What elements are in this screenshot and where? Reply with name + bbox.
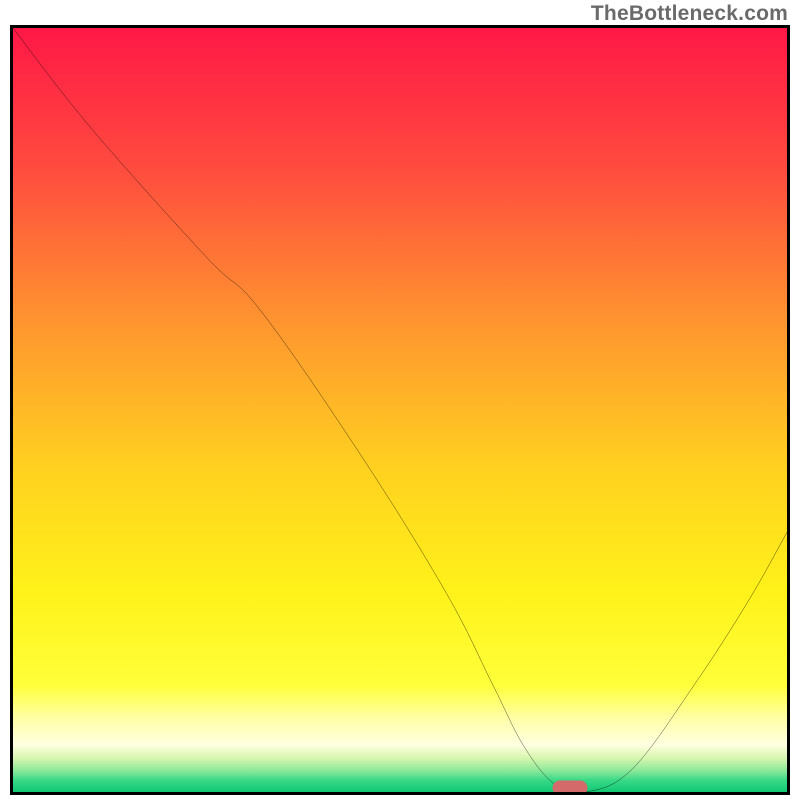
background-gradient (13, 28, 787, 792)
optimal-marker (553, 781, 588, 795)
chart-frame (10, 25, 790, 795)
watermark-text: TheBottleneck.com (591, 2, 788, 26)
